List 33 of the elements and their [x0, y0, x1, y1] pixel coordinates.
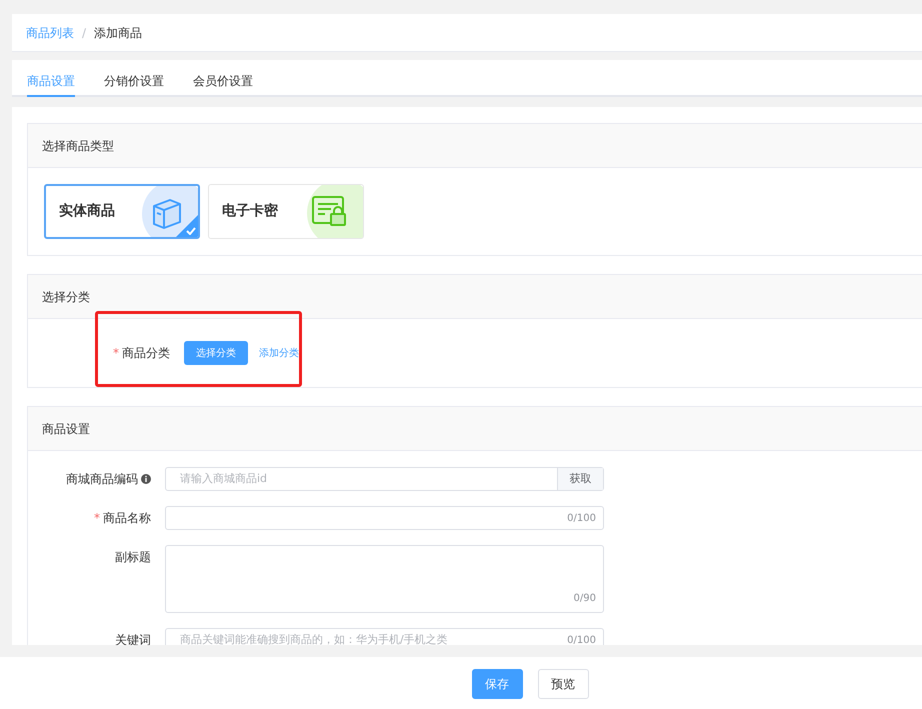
section-header: 商品设置	[28, 407, 922, 451]
tab[interactable]: 商品设置	[27, 72, 75, 97]
field-label: 商品名称	[103, 511, 151, 525]
section-header: 选择分类	[28, 275, 922, 319]
select-category-button[interactable]: 选择分类	[184, 341, 248, 365]
fetch-button[interactable]: 获取	[557, 468, 603, 490]
textarea-field[interactable]: 0/90	[165, 545, 604, 613]
product-type-label: 电子卡密	[222, 202, 278, 221]
product-type-card[interactable]: 电子卡密	[208, 184, 364, 239]
tab[interactable]: 分销价设置	[104, 72, 164, 97]
save-button[interactable]: 保存	[472, 669, 522, 699]
required-mark: *	[94, 511, 100, 525]
input-field[interactable]: 商品关键词能准确搜到商品的，如：华为手机/手机之类 0/100	[165, 628, 604, 645]
character-counter: 0/100	[567, 512, 597, 526]
field-label: 商品分类	[122, 345, 170, 362]
check-icon	[186, 227, 196, 235]
character-counter: 0/90	[574, 592, 597, 606]
required-mark: *	[113, 345, 119, 362]
input-field[interactable]: 请输入商城商品id 获取	[165, 467, 604, 491]
character-counter: 0/100	[567, 634, 597, 645]
lock-card-icon	[311, 195, 349, 227]
field-label: 商城商品编码	[66, 472, 138, 486]
product-type-label: 实体商品	[59, 202, 115, 221]
preview-button[interactable]: 预览	[538, 669, 588, 699]
input-field[interactable]: 0/100	[165, 506, 604, 530]
breadcrumb-link[interactable]: 商品列表	[26, 24, 74, 42]
add-category-link[interactable]: 添加分类	[259, 346, 299, 360]
breadcrumb-separator: /	[82, 24, 86, 42]
product-type-card[interactable]: 实体商品	[44, 184, 200, 239]
tab[interactable]: 会员价设置	[193, 72, 253, 97]
field-label: 副标题	[115, 550, 151, 564]
section-header: 选择商品类型	[28, 124, 922, 168]
breadcrumb-current: 添加商品	[94, 24, 142, 42]
